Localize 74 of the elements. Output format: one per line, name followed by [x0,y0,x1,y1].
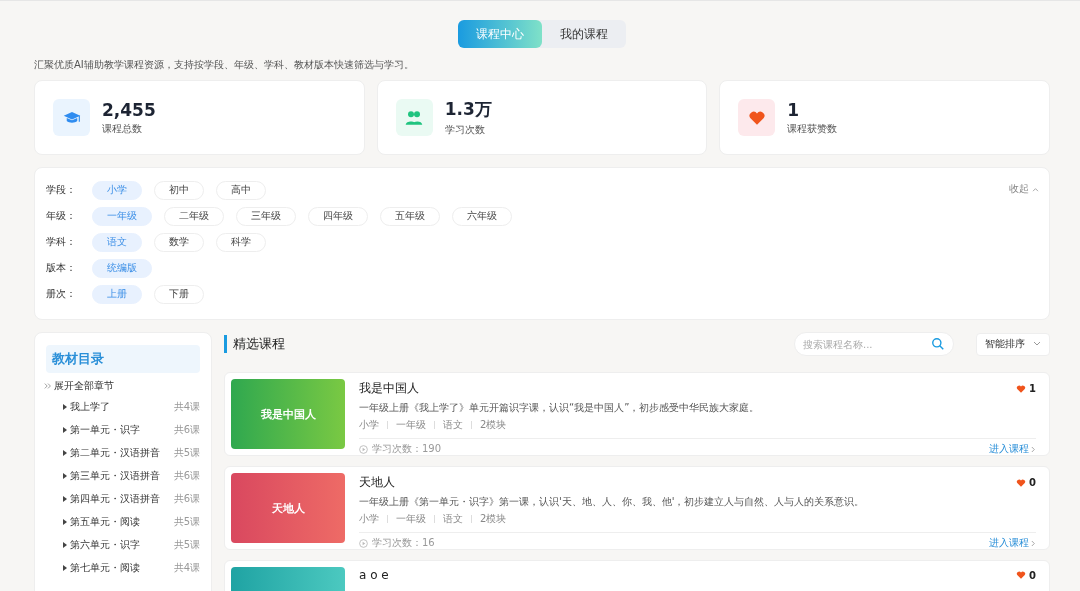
course-tag: 语文 [443,418,463,432]
like-count: 0 [1016,569,1036,581]
sidebar-title: 教材目录 [46,345,200,373]
like-count: 1 [1016,383,1036,394]
graduation-cap-icon [62,109,81,126]
filter-chip[interactable]: 高中 [216,180,266,200]
filter-label: 册次： [46,287,77,301]
chapter-item[interactable]: 第三单元・汉语拼音 共6课 [60,464,200,487]
course-description: 一年级上册《我上学了》单元开篇识字课，认识“我是中国人”，初步感受中华民族大家庭。 [359,401,761,415]
like-count: 0 [1016,477,1036,488]
play-icon [359,538,368,548]
filter-label: 版本： [46,261,77,275]
search-icon[interactable] [931,337,945,351]
filter-label: 学段： [46,183,77,197]
collapse-button[interactable]: 收起 [1008,182,1039,196]
filter-chip[interactable]: 三年级 [236,206,296,226]
course-tag: 小学 [359,418,379,432]
chapter-item[interactable]: 第二单元・汉语拼音 共5课 [60,441,200,464]
filter-chip[interactable]: 科学 [216,232,266,252]
filter-chip[interactable]: 下册 [154,284,204,304]
heart-icon [1016,477,1027,488]
course-card[interactable]: 天地人 天地人 0 一年级上册《第一单元・识字》第一课，认识'天、地、人、你、我、他'，初步建立人与自然、人与人的关系意识。 小学 一年级 语文 2模块 学习次数：16 进入课程 [224,466,1050,550]
double-chevron-icon [44,382,52,390]
stat-label: 课程获赞数 [787,121,838,136]
stat-value: 1 [787,99,801,120]
course-thumbnail: 天地人 [231,473,345,543]
course-title: 我是中国人 [359,380,419,397]
sort-dropdown[interactable]: 智能排序 [976,332,1050,356]
course-card[interactable]: 我是中国人 我是中国人 1 一年级上册《我上学了》单元开篇识字课，认识“我是中国人”，初步感受中华民族大家庭。 小学 一年级 语文 2模块 学习次数：190 进入课程 [224,372,1050,456]
chapter-item[interactable]: 第七单元・阅读 共4课 [60,556,200,579]
expand-all-button[interactable]: 展开全部章节 [44,379,114,393]
view-count: 学习次数：190 [359,442,442,456]
play-icon [359,444,368,454]
filter-chip[interactable]: 五年级 [380,206,440,226]
enter-course-link[interactable]: 进入课程 [989,536,1036,550]
chapter-item[interactable]: 第六单元・识字 共5课 [60,533,200,556]
filter-chip[interactable]: 初中 [154,180,204,200]
view-count: 学习次数：16 [359,536,435,550]
course-title: 天地人 [359,474,395,491]
course-tag: 语文 [443,512,463,526]
heart-icon [1016,383,1027,394]
chevron-up-icon [1032,187,1039,192]
chevron-right-icon [1031,539,1036,547]
course-tag: 一年级 [396,418,426,432]
chevron-down-icon [1033,341,1041,347]
chapter-item[interactable]: 第四单元・汉语拼音 共6课 [60,487,200,510]
stat-label: 学习次数 [444,123,486,137]
chapter-item[interactable]: 我上学了 共4课 [60,395,200,418]
course-description: 一年级上册《第一单元・识字》第一课，认识'天、地、人、你、我、他'，初步建立人与自然、人与人的关系意识。 [359,495,866,509]
filter-label: 学科： [46,235,77,249]
course-thumbnail: 我是中国人 [231,379,345,449]
course-title: a o e [359,568,389,582]
course-tag: 一年级 [396,512,426,526]
stat-label: 课程总数 [102,121,143,136]
chevron-right-icon [1031,445,1036,453]
filter-label: 年级： [46,209,77,223]
enter-course-link[interactable]: 进入课程 [989,442,1036,456]
filter-chip[interactable]: 数学 [154,232,204,252]
course-tag: 2模块 [480,512,507,526]
filter-chip[interactable]: 四年级 [308,206,368,226]
stat-value: 1.3万 [444,98,492,121]
search-field[interactable]: 搜索课程名称... [794,332,954,356]
filter-chip[interactable]: 二年级 [164,206,224,226]
chapter-item[interactable]: 第一单元・识字 共6课 [60,418,200,441]
chapter-item[interactable]: 第五单元・阅读 共5课 [60,510,200,533]
page-description: 汇聚优质AI辅助教学课程资源，支持按学段、年级、学科、教材版本快速筛选与学习。 [34,58,415,72]
course-card[interactable]: a o e 0 [224,560,1050,591]
course-tag: 小学 [359,512,379,526]
stat-value: 2,455 [102,99,156,120]
heart-icon [1016,570,1027,580]
course-tag: 2模块 [480,418,507,432]
filter-chip[interactable]: 六年级 [452,206,512,226]
people-icon [405,109,424,126]
tab[interactable]: 我的课程 [542,20,626,48]
